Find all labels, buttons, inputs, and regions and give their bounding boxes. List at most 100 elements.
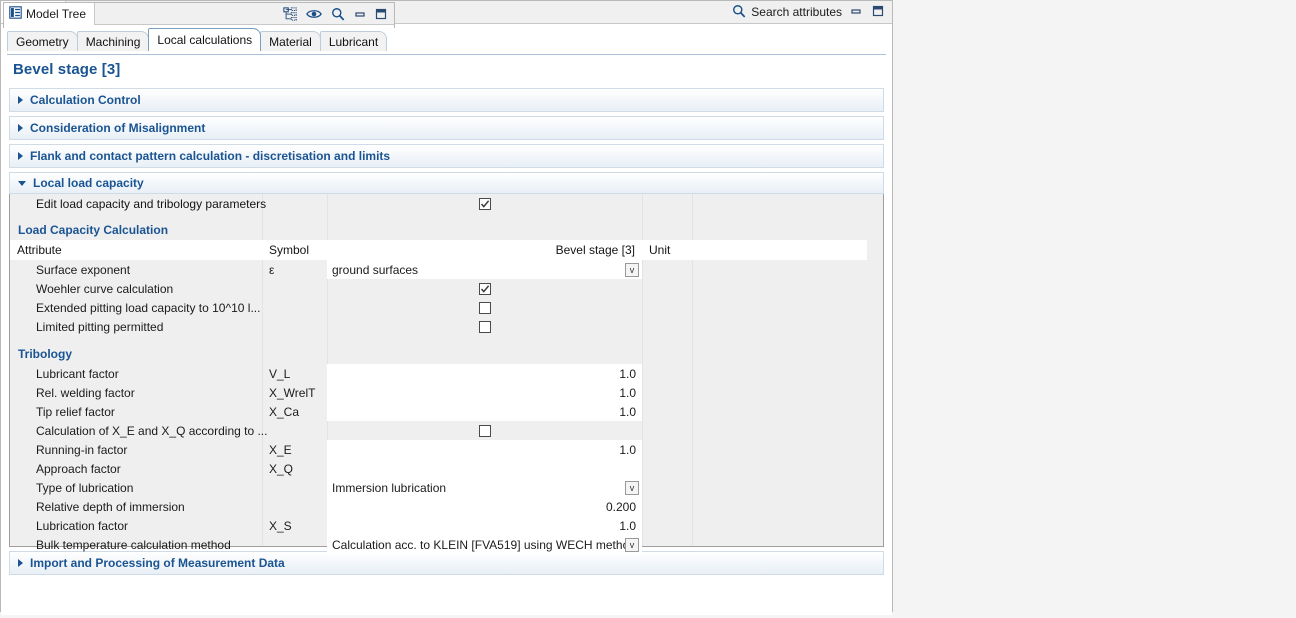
row-value: 1.0 [619, 386, 636, 400]
search-icon [732, 4, 746, 21]
search-attributes-label: Search attributes [751, 5, 842, 19]
row-value: 1.0 [619, 443, 636, 457]
application-window: Model Tree [0, 0, 1296, 618]
minimize-icon[interactable] [354, 8, 366, 20]
tribology-row: Running-in factorX_E1.0 [10, 440, 867, 459]
load-capacity-row: Woehler curve calculation [10, 279, 867, 298]
subtab-material[interactable]: Material [260, 31, 321, 51]
row-checkbox[interactable] [479, 321, 491, 333]
tab-model-tree[interactable]: Model Tree [4, 3, 95, 25]
row-combo-cell[interactable]: ground surfaces v [327, 260, 642, 279]
section-flank-and-contact-pattern-calculation-di: Flank and contact pattern calculation - … [9, 144, 884, 168]
section-consideration-of-misalignment: Consideration of Misalignment [9, 116, 884, 140]
load-capacity-row: Limited pitting permitted [10, 317, 867, 336]
section-header[interactable]: Calculation Control [10, 89, 883, 111]
row-value-cell[interactable]: 1.0 [327, 402, 642, 421]
row-symbol: X_S [262, 516, 327, 535]
tribology-row: Rel. welding factorX_WrelT1.0 [10, 383, 867, 402]
chevron-right-icon [18, 559, 23, 567]
header-attribute: Attribute [10, 240, 262, 260]
group-title-load-capacity: Load Capacity Calculation [10, 220, 867, 240]
search-attributes[interactable]: Search attributes [732, 1, 846, 23]
row-value: Immersion lubrication [332, 481, 446, 495]
row-combo-cell[interactable]: Immersion lubrication v [327, 478, 642, 497]
row-checkbox-cell [327, 421, 642, 440]
row-checkbox-cell [327, 279, 642, 298]
row-label: Woehler curve calculation [10, 279, 262, 298]
subtab-label: Lubricant [329, 35, 378, 49]
header-unit: Unit [642, 240, 692, 260]
row-value-cell[interactable] [327, 459, 642, 478]
row-label: Lubrication factor [10, 516, 262, 535]
tribology-row: Relative depth of immersion 0.200 [10, 497, 867, 516]
row-symbol: X_Q [262, 459, 327, 478]
row-label: Relative depth of immersion [10, 497, 262, 516]
maximize-icon[interactable] [872, 5, 884, 20]
model-tree-icon [9, 6, 22, 22]
row-label: Bulk temperature calculation method [10, 535, 262, 554]
tribology-row: Approach factorX_Q [10, 459, 867, 478]
group-title-label: Tribology [10, 344, 72, 364]
row-value-cell[interactable]: 1.0 [327, 383, 642, 402]
editor-subtabs: Geometry Machining Local calculations Mater… [7, 28, 892, 51]
section-header[interactable]: Consideration of Misalignment [10, 117, 883, 139]
tribology-row: Bulk temperature calculation method Calcu… [10, 535, 867, 554]
subtab-label: Material [269, 35, 312, 49]
subtab-geometry[interactable]: Geometry [7, 31, 78, 51]
eye-icon[interactable] [306, 8, 322, 20]
row-value-cell[interactable]: 0.200 [327, 497, 642, 516]
subtab-local-calculations[interactable]: Local calculations [148, 28, 261, 51]
section-title: Flank and contact pattern calculation - … [30, 149, 390, 163]
subtabs-underline [7, 54, 886, 55]
tribology-row: Lubricant factorV_L1.0 [10, 364, 867, 383]
row-combo-cell[interactable]: Calculation acc. to KLEIN [FVA519] using… [327, 535, 642, 554]
edit-parameters-checkbox[interactable] [479, 198, 491, 210]
tribology-row: Type of lubrication Immersion lubrication… [10, 478, 867, 497]
edit-parameters-checkbox-cell [327, 194, 642, 214]
row-symbol: ε [262, 260, 327, 279]
row-symbol: X_WrelT [262, 383, 327, 402]
section-title: Local load capacity [33, 176, 144, 190]
load-capacity-row: Surface exponentε ground surfaces v [10, 260, 867, 279]
group-title-tribology: Tribology [10, 344, 867, 364]
editor-panel: Editor Search attributes [0, 0, 893, 612]
subtab-machining[interactable]: Machining [77, 31, 150, 51]
row-value: 1.0 [619, 519, 636, 533]
section-header[interactable]: Local load capacity [9, 172, 884, 194]
parameter-grid: Edit load capacity and tribology paramet… [10, 194, 883, 546]
row-label: Lubricant factor [10, 364, 262, 383]
subtab-lubricant[interactable]: Lubricant [320, 31, 387, 51]
row-checkbox[interactable] [479, 425, 491, 437]
section-calculation-control: Calculation Control [9, 88, 884, 112]
chevron-down-icon[interactable]: v [625, 481, 639, 495]
row-checkbox[interactable] [479, 283, 491, 295]
chevron-down-icon[interactable]: v [625, 263, 639, 277]
chevron-right-icon [18, 152, 23, 160]
tribology-row: Tip relief factorX_Ca1.0 [10, 402, 867, 421]
section-body: Edit load capacity and tribology paramet… [9, 194, 884, 547]
row-value: Calculation acc. to KLEIN [FVA519] using… [332, 538, 629, 552]
section-header[interactable]: Import and Processing of Measurement Dat… [10, 552, 883, 574]
row-label: Type of lubrication [10, 478, 262, 497]
row-value: 0.200 [606, 500, 636, 514]
row-value-cell[interactable]: 1.0 [327, 364, 642, 383]
row-value: 1.0 [619, 367, 636, 381]
row-value: ground surfaces [332, 263, 418, 277]
chevron-down-icon[interactable]: v [625, 538, 639, 552]
subtab-label: Local calculations [157, 33, 252, 47]
row-checkbox-cell [327, 298, 642, 317]
row-label: Calculation of X_E and X_Q according to … [10, 421, 262, 440]
row-label: Surface exponent [10, 260, 262, 279]
maximize-icon[interactable] [375, 8, 387, 20]
editor-window-buttons [846, 1, 892, 23]
subtab-label: Machining [86, 35, 141, 49]
search-icon[interactable] [331, 7, 345, 21]
minimize-icon[interactable] [850, 5, 862, 20]
section-header[interactable]: Flank and contact pattern calculation - … [10, 145, 883, 167]
link-tree-icon[interactable] [283, 7, 297, 21]
tab-model-tree-label: Model Tree [26, 7, 86, 21]
row-value-cell[interactable]: 1.0 [327, 440, 642, 459]
row-value-cell[interactable]: 1.0 [327, 516, 642, 535]
row-checkbox[interactable] [479, 302, 491, 314]
tabbar-filler [95, 3, 276, 24]
